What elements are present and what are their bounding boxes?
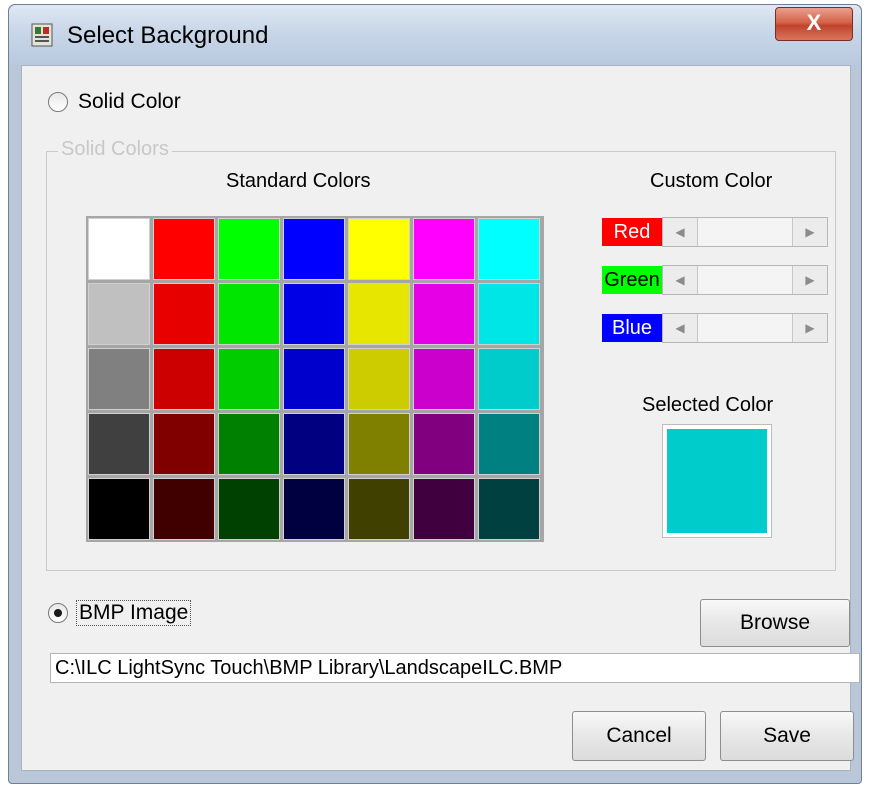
red-label: Red	[602, 218, 662, 246]
color-swatch[interactable]	[413, 413, 475, 475]
blue-label: Blue	[602, 314, 662, 342]
app-icon	[31, 23, 53, 47]
title-bar[interactable]: Select Background X	[9, 5, 861, 65]
color-swatch[interactable]	[348, 413, 410, 475]
color-swatch[interactable]	[413, 348, 475, 410]
save-button[interactable]: Save	[720, 711, 854, 761]
color-swatch[interactable]	[283, 283, 345, 345]
solid-color-radio[interactable]	[48, 92, 68, 112]
color-swatch[interactable]	[153, 413, 215, 475]
color-swatch[interactable]	[153, 478, 215, 540]
color-swatch[interactable]	[413, 218, 475, 280]
color-swatch[interactable]	[218, 348, 280, 410]
color-swatch[interactable]	[153, 348, 215, 410]
scroll-right-icon[interactable]: ▶	[792, 266, 827, 294]
scroll-right-icon[interactable]: ▶	[792, 218, 827, 246]
color-swatch[interactable]	[218, 218, 280, 280]
color-swatch[interactable]	[413, 283, 475, 345]
color-swatch[interactable]	[283, 348, 345, 410]
color-swatch[interactable]	[478, 413, 540, 475]
green-label: Green	[602, 266, 662, 294]
color-swatch[interactable]	[88, 478, 150, 540]
close-button[interactable]: X	[775, 7, 853, 41]
color-swatch[interactable]	[88, 283, 150, 345]
bmp-path-field[interactable]: C:\ILC LightSync Touch\BMP Library\Lands…	[50, 653, 860, 683]
color-swatch[interactable]	[348, 218, 410, 280]
solid-colors-legend: Solid Colors	[58, 138, 172, 161]
selected-color-swatch	[667, 429, 767, 533]
color-swatch[interactable]	[478, 283, 540, 345]
color-swatch[interactable]	[478, 348, 540, 410]
browse-button[interactable]: Browse	[700, 599, 850, 647]
scroll-right-icon[interactable]: ▶	[792, 314, 827, 342]
dialog-window: Select Background X Solid Color Solid Co…	[8, 4, 862, 784]
standard-color-grid	[86, 216, 544, 542]
color-swatch[interactable]	[478, 478, 540, 540]
bmp-image-label[interactable]: BMP Image	[76, 600, 192, 626]
color-swatch[interactable]	[88, 218, 150, 280]
color-swatch[interactable]	[478, 218, 540, 280]
blue-slider[interactable]: ◀ ▶	[662, 313, 828, 343]
color-swatch[interactable]	[283, 478, 345, 540]
green-slider[interactable]: ◀ ▶	[662, 265, 828, 295]
bmp-image-radio[interactable]	[48, 603, 68, 623]
color-swatch[interactable]	[348, 478, 410, 540]
scroll-left-icon[interactable]: ◀	[663, 218, 698, 246]
color-swatch[interactable]	[218, 283, 280, 345]
cancel-button[interactable]: Cancel	[572, 711, 706, 761]
color-swatch[interactable]	[88, 348, 150, 410]
close-icon: X	[806, 10, 822, 35]
scroll-left-icon[interactable]: ◀	[663, 266, 698, 294]
red-slider[interactable]: ◀ ▶	[662, 217, 828, 247]
custom-color-heading: Custom Color	[650, 170, 773, 192]
dialog-content: Solid Color Solid Colors Standard Colors…	[21, 65, 860, 771]
color-swatch[interactable]	[348, 283, 410, 345]
selected-color-heading: Selected Color	[642, 394, 774, 416]
color-swatch[interactable]	[218, 478, 280, 540]
color-swatch[interactable]	[88, 413, 150, 475]
color-swatch[interactable]	[413, 478, 475, 540]
scroll-left-icon[interactable]: ◀	[663, 314, 698, 342]
color-swatch[interactable]	[283, 218, 345, 280]
solid-color-label[interactable]: Solid Color	[78, 90, 181, 114]
window-title: Select Background	[67, 22, 269, 49]
color-swatch[interactable]	[153, 283, 215, 345]
color-swatch[interactable]	[348, 348, 410, 410]
color-swatch[interactable]	[153, 218, 215, 280]
selected-color-preview	[662, 424, 772, 538]
color-swatch[interactable]	[283, 413, 345, 475]
standard-colors-heading: Standard Colors	[226, 170, 371, 192]
color-swatch[interactable]	[218, 413, 280, 475]
